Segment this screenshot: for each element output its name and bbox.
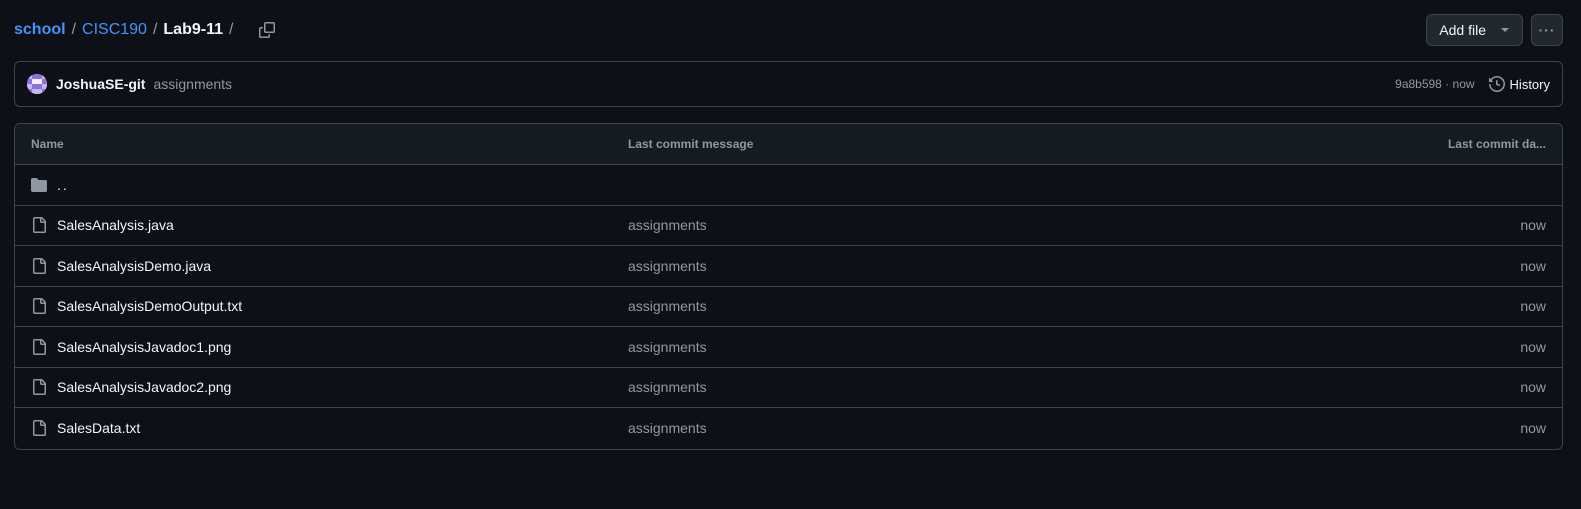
file-icon <box>31 217 47 234</box>
table-row[interactable]: SalesAnalysisJavadoc1.png assignments no… <box>15 327 1562 368</box>
breadcrumb-separator: / <box>71 21 77 38</box>
parent-directory-row[interactable]: .. <box>15 165 1562 206</box>
latest-commit-bar: JoshuaSE-git assignments 9a8b598 · now H… <box>14 61 1563 107</box>
parent-directory-link[interactable]: .. <box>57 177 69 193</box>
topbar: school / CISC190 / Lab9-11 / Add file ··… <box>14 14 1563 46</box>
commit-message-link[interactable]: assignments <box>628 379 707 395</box>
kebab-horizontal-icon: ··· <box>1538 22 1556 38</box>
file-name-link[interactable]: SalesAnalysisDemoOutput.txt <box>57 298 242 314</box>
history-button[interactable]: History <box>1488 76 1550 92</box>
history-label: History <box>1509 76 1550 92</box>
avatar[interactable] <box>27 74 47 94</box>
commit-date: now <box>1520 257 1546 274</box>
commit-date: now <box>1520 420 1546 437</box>
header-message: Last commit message <box>628 137 754 151</box>
copy-path-button[interactable] <box>253 16 281 44</box>
folder-icon <box>31 177 47 193</box>
header-actions: Add file ··· <box>1426 14 1563 46</box>
header-name: Name <box>31 137 64 151</box>
file-icon <box>31 338 47 355</box>
table-row[interactable]: SalesAnalysisJavadoc2.png assignments no… <box>15 368 1562 408</box>
header-date: Last commit da... <box>1447 137 1546 151</box>
file-icon <box>31 257 47 274</box>
table-row[interactable]: SalesAnalysis.java assignments now <box>15 206 1562 246</box>
add-file-button[interactable]: Add file <box>1426 14 1523 46</box>
file-name-link[interactable]: SalesAnalysisJavadoc2.png <box>57 379 231 395</box>
breadcrumb-parent-link[interactable]: CISC190 <box>82 21 147 39</box>
commit-message-link[interactable]: assignments <box>153 76 232 92</box>
commit-message-link[interactable]: assignments <box>628 258 707 274</box>
history-icon <box>1488 76 1505 92</box>
commit-message-link[interactable]: assignments <box>628 217 707 233</box>
file-name-link[interactable]: SalesAnalysisDemo.java <box>57 258 211 274</box>
breadcrumb: school / CISC190 / Lab9-11 / <box>14 16 281 44</box>
breadcrumb-root-link[interactable]: school <box>14 21 66 39</box>
commit-message-link[interactable]: assignments <box>628 420 707 436</box>
more-options-button[interactable]: ··· <box>1531 14 1563 46</box>
file-name-link[interactable]: SalesAnalysis.java <box>57 217 174 233</box>
breadcrumb-separator: / <box>152 21 158 38</box>
table-row[interactable]: SalesAnalysisDemoOutput.txt assignments … <box>15 287 1562 327</box>
commit-message-link[interactable]: assignments <box>628 339 707 355</box>
file-icon <box>31 379 47 396</box>
file-name-link[interactable]: SalesAnalysisJavadoc1.png <box>57 339 231 355</box>
chevron-down-icon <box>1500 27 1510 33</box>
commit-meta: 9a8b598 · now History <box>1395 76 1550 92</box>
commit-author-link[interactable]: JoshuaSE-git <box>56 76 145 92</box>
commit-sha-link[interactable]: 9a8b598 · now <box>1395 77 1474 91</box>
file-icon <box>31 420 47 437</box>
commit-date: now <box>1520 379 1546 396</box>
table-row[interactable]: SalesAnalysisDemo.java assignments now <box>15 246 1562 287</box>
file-icon <box>31 298 47 315</box>
commit-date: now <box>1520 217 1546 234</box>
file-name-link[interactable]: SalesData.txt <box>57 420 140 436</box>
copy-icon <box>259 22 276 38</box>
commit-date: now <box>1520 338 1546 355</box>
file-table: Name Last commit message Last commit da.… <box>14 123 1563 450</box>
table-header: Name Last commit message Last commit da.… <box>15 124 1562 165</box>
add-file-label: Add file <box>1439 22 1486 38</box>
commit-date: now <box>1520 298 1546 315</box>
breadcrumb-current: Lab9-11 <box>163 21 223 38</box>
table-row[interactable]: SalesData.txt assignments now <box>15 408 1562 449</box>
commit-message-link[interactable]: assignments <box>628 298 707 314</box>
breadcrumb-separator: / <box>228 21 234 38</box>
